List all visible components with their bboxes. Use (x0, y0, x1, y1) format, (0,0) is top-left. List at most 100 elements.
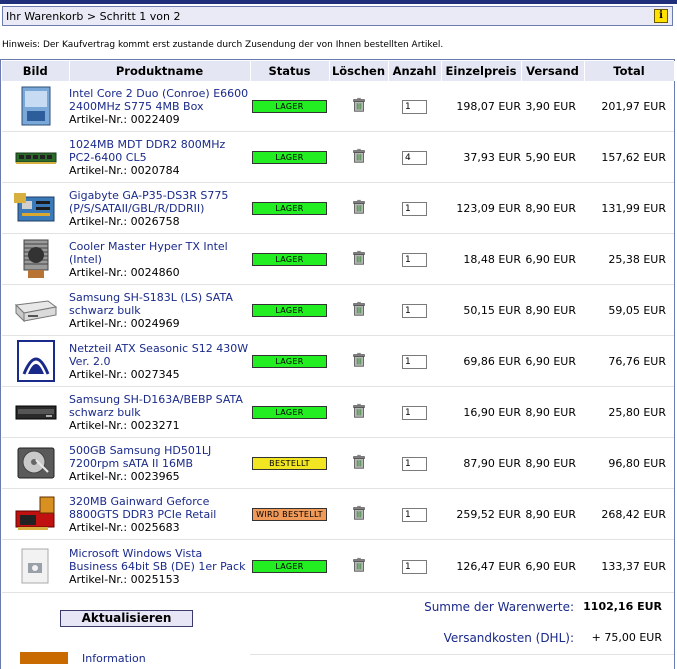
cart-row: 1024MB MDT DDR2 800MHz PC2-6400 CL5 Artik… (2, 131, 674, 183)
row-total: 131,99 EUR (584, 182, 674, 234)
shipping-price: 6,90 EUR (521, 233, 584, 285)
unit-price: 123,09 EUR (441, 182, 521, 234)
quantity-input[interactable] (402, 456, 427, 471)
quantity-input[interactable] (402, 507, 427, 522)
product-cell: 320MB Gainward Geforce 8800GTS DDR3 PCIe… (69, 488, 250, 540)
software-box-image[interactable] (14, 545, 58, 587)
product-name-link[interactable]: Gigabyte GA-P35-DS3R S775 (P/S/SATAII/GB… (69, 189, 250, 215)
psu-logo-image[interactable] (14, 340, 58, 382)
product-name-link[interactable]: Samsung SH-D163A/BEBP SATA schwarz bulk (69, 393, 250, 419)
quantity-input[interactable] (402, 303, 427, 318)
shipping-price: 5,90 EUR (521, 131, 584, 183)
unit-price: 16,90 EUR (441, 386, 521, 438)
trash-icon[interactable] (351, 403, 367, 422)
trash-icon[interactable] (351, 301, 367, 320)
quantity-input[interactable] (402, 354, 427, 369)
product-image-cell (2, 488, 69, 540)
unit-price: 69,86 EUR (441, 335, 521, 387)
row-total: 59,05 EUR (584, 284, 674, 336)
cart-row: Microsoft Windows Vista Business 64bit S… (2, 539, 674, 593)
breadcrumb: Ihr Warenkorb > Schritt 1 von 2 i (2, 6, 673, 26)
shipping-price: 3,90 EUR (521, 81, 584, 132)
row-total: 201,97 EUR (584, 81, 674, 132)
product-name-link[interactable]: 500GB Samsung HD501LJ 7200rpm sATA II 16… (69, 444, 250, 470)
optical-drive-image[interactable] (14, 289, 58, 331)
trash-icon[interactable] (351, 557, 367, 576)
information-link[interactable]: Information (82, 652, 146, 665)
row-total: 157,62 EUR (584, 131, 674, 183)
product-cell: Gigabyte GA-P35-DS3R S775 (P/S/SATAII/GB… (69, 182, 250, 234)
product-name-link[interactable]: Netzteil ATX Seasonic S12 430W Ver. 2.0 (69, 342, 250, 368)
product-image-cell (2, 386, 69, 438)
shipping-cost-label: Versandkosten (DHL): (443, 631, 574, 645)
delete-cell (329, 539, 388, 593)
product-name-link[interactable]: Samsung SH-S183L (LS) SATA schwarz bulk (69, 291, 250, 317)
product-name-link[interactable]: Intel Core 2 Duo (Conroe) E6600 2400MHz … (69, 87, 250, 113)
column-header-unit-price: Einzelpreis (441, 61, 522, 81)
delete-cell (329, 335, 388, 387)
product-image-cell (2, 335, 69, 387)
product-image-cell (2, 182, 69, 234)
quantity-input[interactable] (402, 99, 427, 114)
status-badge: BESTELLT (252, 457, 327, 470)
product-cell: Samsung SH-S183L (LS) SATA schwarz bulk A… (69, 284, 250, 336)
quantity-cell (388, 437, 441, 489)
motherboard-image[interactable] (13, 187, 58, 229)
quantity-input[interactable] (402, 559, 427, 574)
hard-drive-image[interactable] (14, 442, 58, 484)
trash-icon[interactable] (351, 352, 367, 371)
cart-row: 320MB Gainward Geforce 8800GTS DDR3 PCIe… (2, 488, 674, 540)
info-icon[interactable]: i (654, 9, 668, 23)
product-image-cell (2, 437, 69, 489)
article-number: Artikel-Nr.: 0023271 (69, 418, 180, 432)
trash-icon[interactable] (351, 199, 367, 218)
article-number: Artikel-Nr.: 0020784 (69, 163, 180, 177)
column-header-status: Status (250, 61, 330, 81)
status-cell: LAGER (250, 386, 329, 438)
quantity-cell (388, 488, 441, 540)
product-cell: Samsung SH-D163A/BEBP SATA schwarz bulk A… (69, 386, 250, 438)
optical-drive-black-image[interactable] (14, 391, 58, 433)
trash-icon[interactable] (351, 250, 367, 269)
article-number: Artikel-Nr.: 0025683 (69, 520, 180, 534)
article-number: Artikel-Nr.: 0024860 (69, 265, 180, 279)
product-name-link[interactable]: Microsoft Windows Vista Business 64bit S… (69, 547, 250, 573)
column-header-product: Produktname (69, 61, 251, 81)
product-cell: Intel Core 2 Duo (Conroe) E6600 2400MHz … (69, 81, 250, 132)
cart-row: Netzteil ATX Seasonic S12 430W Ver. 2.0 A… (2, 335, 674, 387)
article-number: Artikel-Nr.: 0026758 (69, 214, 180, 228)
trash-icon[interactable] (351, 505, 367, 524)
product-image-cell (2, 131, 69, 183)
graphics-card-image[interactable] (14, 493, 58, 535)
product-name-link[interactable]: 1024MB MDT DDR2 800MHz PC2-6400 CL5 (69, 138, 250, 164)
quantity-input[interactable] (402, 405, 427, 420)
cpu-cooler-image[interactable] (14, 238, 58, 280)
product-name-link[interactable]: 320MB Gainward Geforce 8800GTS DDR3 PCIe… (69, 495, 250, 521)
trash-icon[interactable] (351, 97, 367, 116)
trash-icon[interactable] (351, 454, 367, 473)
status-badge: LAGER (252, 151, 327, 164)
ram-module-image[interactable] (14, 136, 58, 178)
quantity-input[interactable] (402, 252, 427, 267)
quantity-input[interactable] (402, 201, 427, 216)
shipping-price: 8,90 EUR (521, 182, 584, 234)
quantity-input[interactable] (402, 150, 427, 165)
update-button[interactable]: Aktualisieren (60, 610, 193, 627)
subtotal-label: Summe der Warenwerte: (424, 600, 574, 614)
quantity-cell (388, 81, 441, 132)
delete-cell (329, 182, 388, 234)
trash-icon[interactable] (351, 148, 367, 167)
row-total: 25,38 EUR (584, 233, 674, 285)
product-name-link[interactable]: Cooler Master Hyper TX Intel (Intel) (69, 240, 250, 266)
row-total: 268,42 EUR (584, 488, 674, 540)
status-cell: LAGER (250, 81, 329, 132)
cart-row: Samsung SH-S183L (LS) SATA schwarz bulk A… (2, 284, 674, 336)
shipping-price: 8,90 EUR (521, 284, 584, 336)
unit-price: 259,52 EUR (441, 488, 521, 540)
cpu-box-image[interactable] (14, 85, 58, 127)
cart-header-row: Bild Produktname Status Löschen Anzahl E… (2, 61, 675, 81)
product-cell: 500GB Samsung HD501LJ 7200rpm sATA II 16… (69, 437, 250, 489)
status-badge: LAGER (252, 100, 327, 113)
status-cell: WIRD BESTELLT (250, 488, 329, 540)
cart-table: Bild Produktname Status Löschen Anzahl E… (2, 61, 675, 593)
